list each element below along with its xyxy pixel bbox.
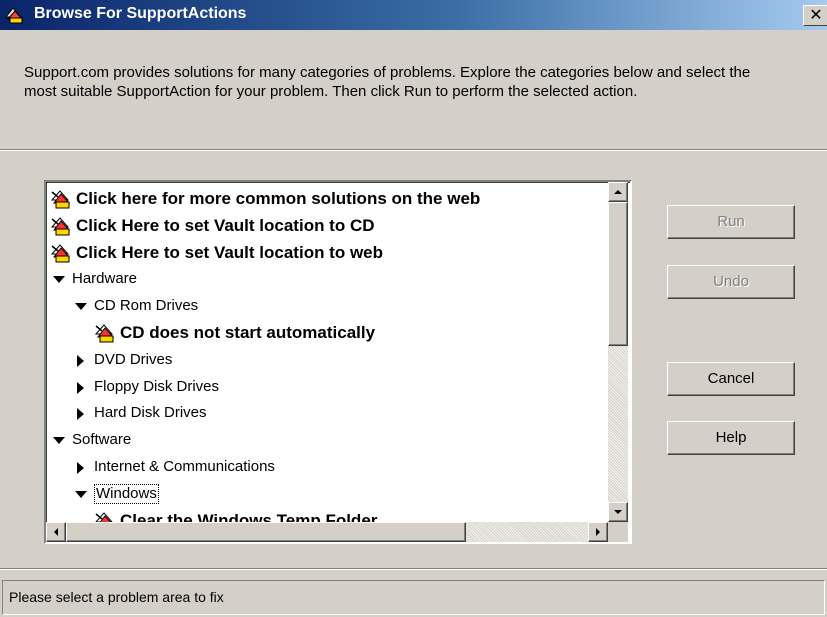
tree-item[interactable]: Click Here to set Vault location to CD xyxy=(46,213,606,239)
window-title: Browse For SupportActions xyxy=(34,5,247,22)
support-action-icon xyxy=(50,190,71,209)
arrow-right-icon xyxy=(596,528,600,536)
category-label: DVD Drives xyxy=(94,351,173,368)
tree-item[interactable]: CD does not start automatically xyxy=(46,320,606,346)
category-label: Hardware xyxy=(72,270,138,287)
tree-item[interactable]: Click here for more common solutions on … xyxy=(46,186,606,212)
support-action-label: Click Here to set Vault location to CD xyxy=(76,216,375,235)
category-label: Floppy Disk Drives xyxy=(94,378,220,395)
scroll-thumb[interactable] xyxy=(608,202,628,346)
cancel-button[interactable]: Cancel xyxy=(667,362,795,396)
category-label: Internet & Communications xyxy=(94,458,275,475)
tree-item[interactable]: Internet & Communications xyxy=(46,454,606,480)
title-bar[interactable]: Browse For SupportActions ✕ xyxy=(0,0,827,30)
collapsed-triangle-icon[interactable] xyxy=(74,354,88,368)
tree-item[interactable]: Clear the Windows Temp Folder xyxy=(46,508,606,522)
collapsed-triangle-icon[interactable] xyxy=(74,381,88,395)
scroll-up-button[interactable] xyxy=(608,182,628,202)
support-action-icon xyxy=(94,324,115,343)
arrow-up-icon xyxy=(614,190,622,194)
scroll-left-button[interactable] xyxy=(46,522,66,542)
category-label: CD Rom Drives xyxy=(94,297,199,314)
support-action-label: CD does not start automatically xyxy=(120,323,376,342)
undo-button[interactable]: Undo xyxy=(667,265,795,299)
divider xyxy=(0,149,827,151)
status-text: Please select a problem area to fix xyxy=(9,589,224,605)
arrow-down-icon xyxy=(614,510,622,514)
tree-item[interactable]: CD Rom Drives xyxy=(46,293,606,319)
support-action-label: Clear the Windows Temp Folder xyxy=(120,511,378,522)
support-action-icon xyxy=(50,217,71,236)
tree-item[interactable]: Windows xyxy=(46,481,606,507)
expanded-triangle-icon[interactable] xyxy=(74,300,88,314)
close-icon: ✕ xyxy=(809,7,823,24)
tree-item[interactable]: Click Here to set Vault location to web xyxy=(46,240,606,266)
close-button[interactable]: ✕ xyxy=(803,5,827,26)
support-action-label: Click here for more common solutions on … xyxy=(76,189,481,208)
tree-content: Click here for more common solutions on … xyxy=(46,182,606,522)
scroll-down-button[interactable] xyxy=(608,502,628,522)
support-action-label: Click Here to set Vault location to web xyxy=(76,243,384,262)
tree-item[interactable]: Software xyxy=(46,427,606,453)
instructions-text: Support.com provides solutions for many … xyxy=(24,64,751,100)
divider xyxy=(0,568,827,570)
collapsed-triangle-icon[interactable] xyxy=(74,461,88,475)
help-button[interactable]: Help xyxy=(667,421,795,455)
vertical-scrollbar[interactable] xyxy=(608,182,628,522)
support-app-icon xyxy=(4,7,24,24)
category-label: Software xyxy=(72,431,132,448)
expanded-triangle-icon[interactable] xyxy=(52,273,66,287)
support-action-icon xyxy=(50,244,71,263)
expanded-triangle-icon[interactable] xyxy=(52,434,66,448)
category-label: Hard Disk Drives xyxy=(94,404,207,421)
tree-item[interactable]: DVD Drives xyxy=(46,347,606,373)
run-button[interactable]: Run xyxy=(667,205,795,239)
category-label: Windows xyxy=(94,484,159,504)
scroll-thumb-horizontal[interactable] xyxy=(66,522,466,542)
expanded-triangle-icon[interactable] xyxy=(74,488,88,502)
collapsed-triangle-icon[interactable] xyxy=(74,407,88,421)
tree-item[interactable]: Hard Disk Drives xyxy=(46,400,606,426)
tree-item[interactable]: Hardware xyxy=(46,266,606,292)
tree-item[interactable]: Floppy Disk Drives xyxy=(46,374,606,400)
scroll-right-button[interactable] xyxy=(588,522,608,542)
arrow-left-icon xyxy=(54,528,58,536)
support-action-icon xyxy=(95,512,113,522)
status-bar: Please select a problem area to fix xyxy=(2,580,825,615)
horizontal-scrollbar[interactable] xyxy=(46,522,608,542)
scrollbar-corner xyxy=(608,522,628,542)
support-actions-tree[interactable]: Click here for more common solutions on … xyxy=(44,180,632,544)
